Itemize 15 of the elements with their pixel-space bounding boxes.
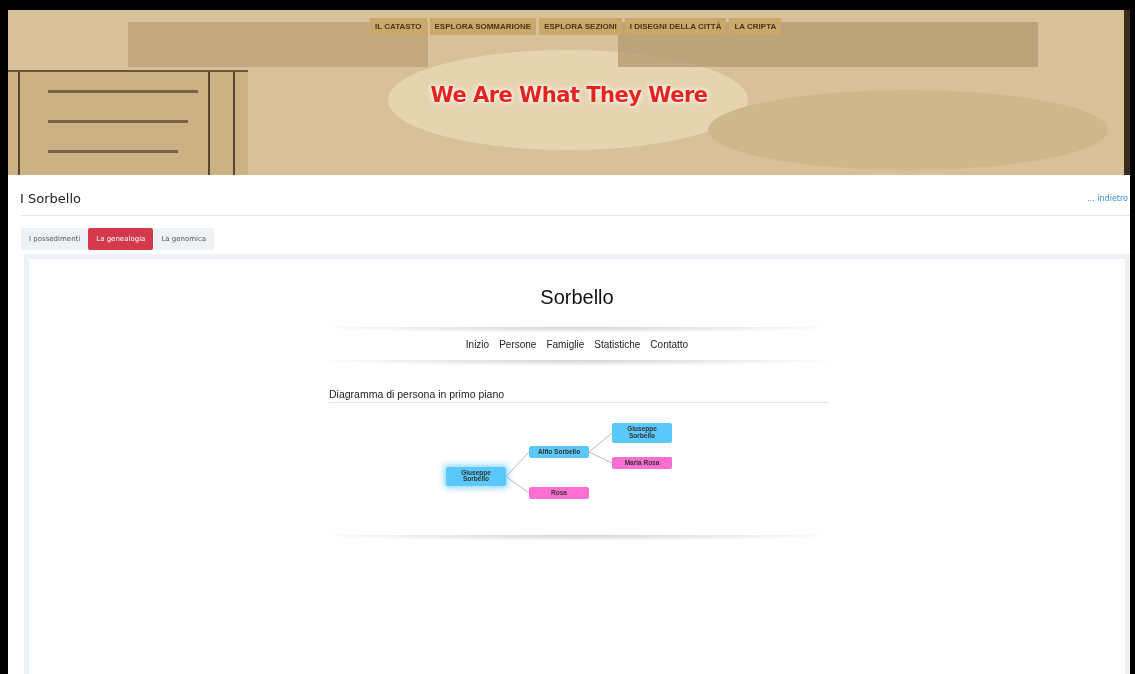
menu-link[interactable]: LA CRIPTA xyxy=(729,18,782,35)
section-title: Diagramma di persona in primo piano xyxy=(329,388,829,403)
back-link[interactable]: ... indietro xyxy=(1087,194,1128,203)
nav-link[interactable]: Persone xyxy=(499,339,537,350)
menu-link[interactable]: ESPLORA SEZIONI xyxy=(539,18,622,35)
page-title: I Sorbello xyxy=(20,191,81,206)
menu-link[interactable]: I DISEGNI DELLA CITTÀ xyxy=(624,18,727,35)
nav-link[interactable]: Contatto xyxy=(650,339,689,350)
nav-link[interactable]: Famiglie xyxy=(546,339,585,350)
site-title: We Are What They Were xyxy=(429,83,709,107)
nav-link[interactable]: Statistiche xyxy=(594,339,641,350)
menu-link[interactable]: IL CATASTO xyxy=(370,18,427,35)
nav-link[interactable]: Inizio xyxy=(465,339,490,350)
site-title: Sorbello xyxy=(540,286,614,309)
menu-link[interactable]: ESPLORA SOMMARIONE xyxy=(429,18,537,35)
